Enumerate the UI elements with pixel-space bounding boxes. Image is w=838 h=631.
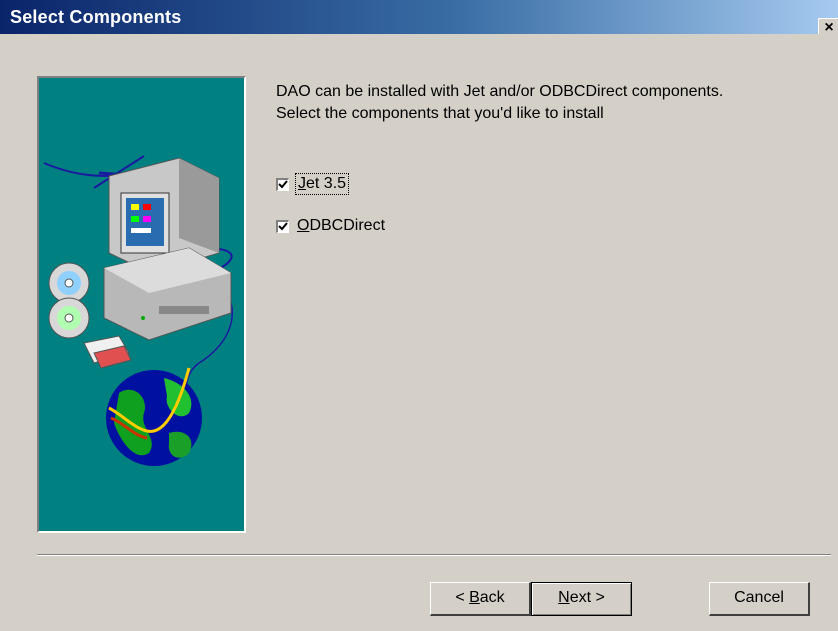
window-title: Select Components: [10, 7, 182, 27]
separator-line: [37, 554, 831, 556]
checkbox-box[interactable]: [276, 177, 289, 191]
checkmark-icon: [278, 221, 288, 230]
back-label: ack: [479, 589, 505, 606]
checkbox-box[interactable]: [276, 219, 289, 233]
back-prefix: <: [455, 589, 470, 606]
next-label: ext >: [569, 589, 605, 606]
cancel-button[interactable]: Cancel: [709, 582, 810, 616]
next-button[interactable]: Next >: [531, 582, 632, 616]
checkbox-odbcdirect[interactable]: ODBCDirect: [276, 215, 385, 237]
label-text: DBCDirect: [309, 217, 386, 234]
checkbox-label[interactable]: ODBCDirect: [297, 217, 385, 235]
description-line-1: DAO can be installed with Jet and/or ODB…: [276, 83, 724, 100]
mnemonic-letter: J: [298, 175, 306, 192]
cancel-label: Cancel: [734, 589, 784, 606]
description-line-2: Select the components that you'd like to…: [276, 105, 604, 122]
mnemonic-letter: O: [297, 217, 310, 234]
wizard-picture: [37, 76, 246, 533]
checkbox-jet[interactable]: Jet 3.5: [276, 173, 350, 195]
label-text: et 3.5: [306, 175, 347, 192]
mnemonic-letter: N: [558, 589, 570, 606]
mnemonic-letter: B: [469, 589, 480, 606]
back-button[interactable]: < Back: [430, 582, 531, 616]
checkmark-icon: [278, 179, 288, 188]
computer-cds-globe-network-illustration: [43, 155, 233, 466]
title-bar: Select Components: [0, 0, 838, 34]
description-text: DAO can be installed with Jet and/or ODB…: [276, 81, 826, 125]
checkbox-label[interactable]: Jet 3.5: [294, 173, 350, 195]
